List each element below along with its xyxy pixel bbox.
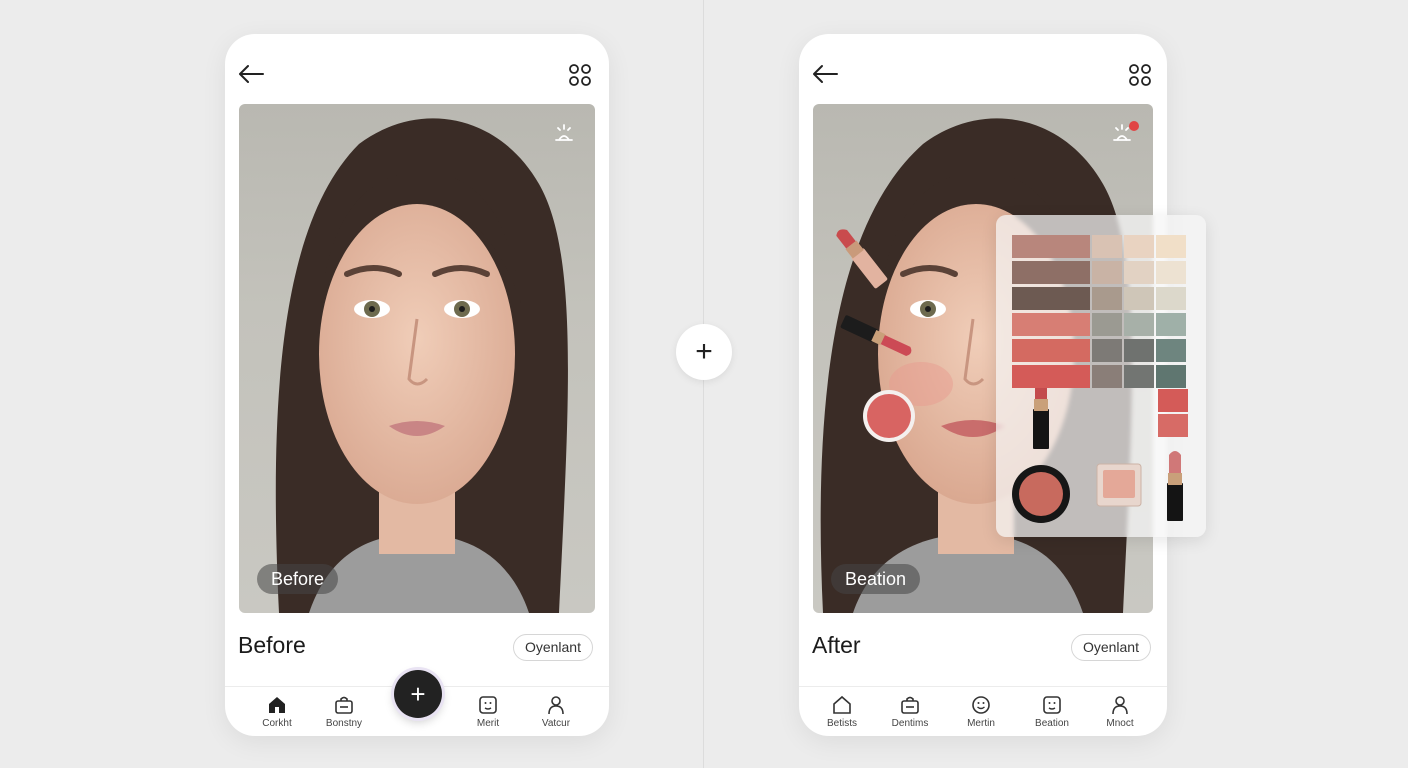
- palette-swatch[interactable]: [1012, 261, 1090, 284]
- palette-swatch[interactable]: [1156, 287, 1186, 310]
- before-photo: Before: [239, 104, 595, 613]
- compare-plus-button[interactable]: +: [676, 324, 732, 380]
- palette-swatch[interactable]: [1012, 235, 1090, 258]
- apps-grid-icon[interactable]: [569, 64, 591, 86]
- nav-label: Merit: [476, 718, 500, 729]
- palette-swatch[interactable]: [1124, 339, 1154, 362]
- nav-label: Betists: [826, 718, 857, 729]
- nav-item-bag[interactable]: Bonstny: [309, 695, 379, 729]
- nav-item-bag[interactable]: Dentims: [875, 695, 945, 729]
- blush-compact-icon[interactable]: [861, 388, 917, 444]
- smiley-icon: [972, 696, 990, 714]
- after-chip: Beation: [831, 564, 921, 594]
- nav-label: Corkht: [262, 718, 292, 729]
- portrait-image: [275, 118, 568, 613]
- comparison-divider: [703, 0, 704, 768]
- after-options-button[interactable]: Oyenlant: [1070, 634, 1151, 661]
- blush-compact-icon[interactable]: [1010, 463, 1072, 525]
- palette-swatch[interactable]: [1092, 261, 1122, 284]
- nav-label: Mnoct: [1106, 718, 1134, 729]
- lipstick-icon[interactable]: [1160, 447, 1190, 523]
- palette-swatch[interactable]: [1092, 235, 1122, 258]
- add-button[interactable]: +: [394, 670, 442, 718]
- palette-swatch[interactable]: [1124, 235, 1154, 258]
- camera-sparkle-icon[interactable]: [553, 122, 575, 144]
- notification-dot: [1129, 121, 1139, 131]
- nav-label: Dentims: [891, 718, 929, 729]
- palette-swatch[interactable]: [1092, 365, 1122, 388]
- palette-swatch[interactable]: [1092, 339, 1122, 362]
- bag-icon: [335, 696, 353, 714]
- after-phone-screen: Beation After Oyenlant Betists Dentims M…: [799, 34, 1206, 736]
- palette-swatch[interactable]: [1124, 287, 1154, 310]
- bottom-nav: Betists Dentims Mertin Beation Mnoct: [799, 686, 1167, 736]
- palette-swatch[interactable]: [1012, 365, 1090, 388]
- palette-swatch[interactable]: [1156, 365, 1186, 388]
- profile-icon: [1112, 696, 1128, 715]
- palette-swatch[interactable]: [1012, 313, 1090, 336]
- palette-swatch[interactable]: [1124, 261, 1154, 284]
- palette-swatch[interactable]: [1156, 313, 1186, 336]
- after-title: After: [812, 632, 861, 658]
- profile-icon: [548, 696, 564, 715]
- palette-swatch[interactable]: [1092, 287, 1122, 310]
- face-scan-icon: [1043, 696, 1061, 714]
- back-arrow-icon[interactable]: [811, 62, 839, 86]
- palette-swatch[interactable]: [1158, 414, 1188, 437]
- nav-item-profile[interactable]: Vatcur: [521, 695, 591, 729]
- before-options-button[interactable]: Oyenlant: [512, 634, 593, 661]
- plus-icon: +: [695, 335, 713, 368]
- apps-grid-icon[interactable]: [1129, 64, 1151, 86]
- nav-item-face-scan[interactable]: Beation: [1017, 695, 1087, 729]
- palette-swatch[interactable]: [1158, 389, 1188, 412]
- palette-swatch[interactable]: [1156, 235, 1186, 258]
- before-chip: Before: [257, 564, 339, 594]
- home-icon: [833, 695, 851, 714]
- face-scan-icon: [479, 696, 497, 714]
- before-title: Before: [238, 632, 306, 658]
- nav-item-smiley[interactable]: Mertin: [946, 695, 1016, 729]
- back-arrow-icon[interactable]: [237, 62, 265, 86]
- lipstick-icon[interactable]: [833, 310, 921, 366]
- makeup-palette-panel: [996, 215, 1206, 537]
- palette-swatch[interactable]: [1012, 339, 1090, 362]
- nav-label: Mertin: [967, 718, 995, 729]
- palette-swatch[interactable]: [1012, 287, 1090, 310]
- palette-swatch[interactable]: [1156, 261, 1186, 284]
- palette-swatch[interactable]: [1124, 365, 1154, 388]
- home-icon: [269, 697, 285, 713]
- nav-item-home[interactable]: Corkht: [242, 695, 312, 729]
- before-phone-screen: Before Before Oyenlant Corkht Bonstny Me…: [225, 34, 609, 736]
- palette-swatch[interactable]: [1156, 339, 1186, 362]
- lipstick-icon[interactable]: [829, 216, 891, 300]
- nav-label: Vatcur: [541, 718, 571, 729]
- nav-label: Beation: [1035, 718, 1069, 729]
- eyeshadow-compact-icon[interactable]: [1096, 463, 1142, 507]
- nav-item-profile[interactable]: Mnoct: [1085, 695, 1155, 729]
- nav-item-home[interactable]: Betists: [807, 695, 877, 729]
- bag-icon: [901, 696, 919, 714]
- palette-swatch[interactable]: [1092, 313, 1122, 336]
- palette-swatch[interactable]: [1124, 313, 1154, 336]
- nav-item-merit[interactable]: Merit: [453, 695, 523, 729]
- nav-label: Bonstny: [325, 718, 363, 729]
